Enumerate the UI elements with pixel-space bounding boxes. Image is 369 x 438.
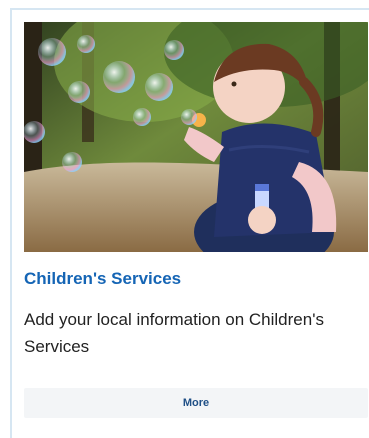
more-button[interactable]: More <box>24 388 368 418</box>
card-image[interactable] <box>24 22 368 252</box>
card-description: Add your local information on Children's… <box>24 310 324 356</box>
service-card: Children's Services Add your local infor… <box>10 8 369 438</box>
more-button-label: More <box>182 397 210 409</box>
card-title[interactable]: Children's Services <box>24 268 364 290</box>
child-bubbles-photo <box>24 22 368 252</box>
